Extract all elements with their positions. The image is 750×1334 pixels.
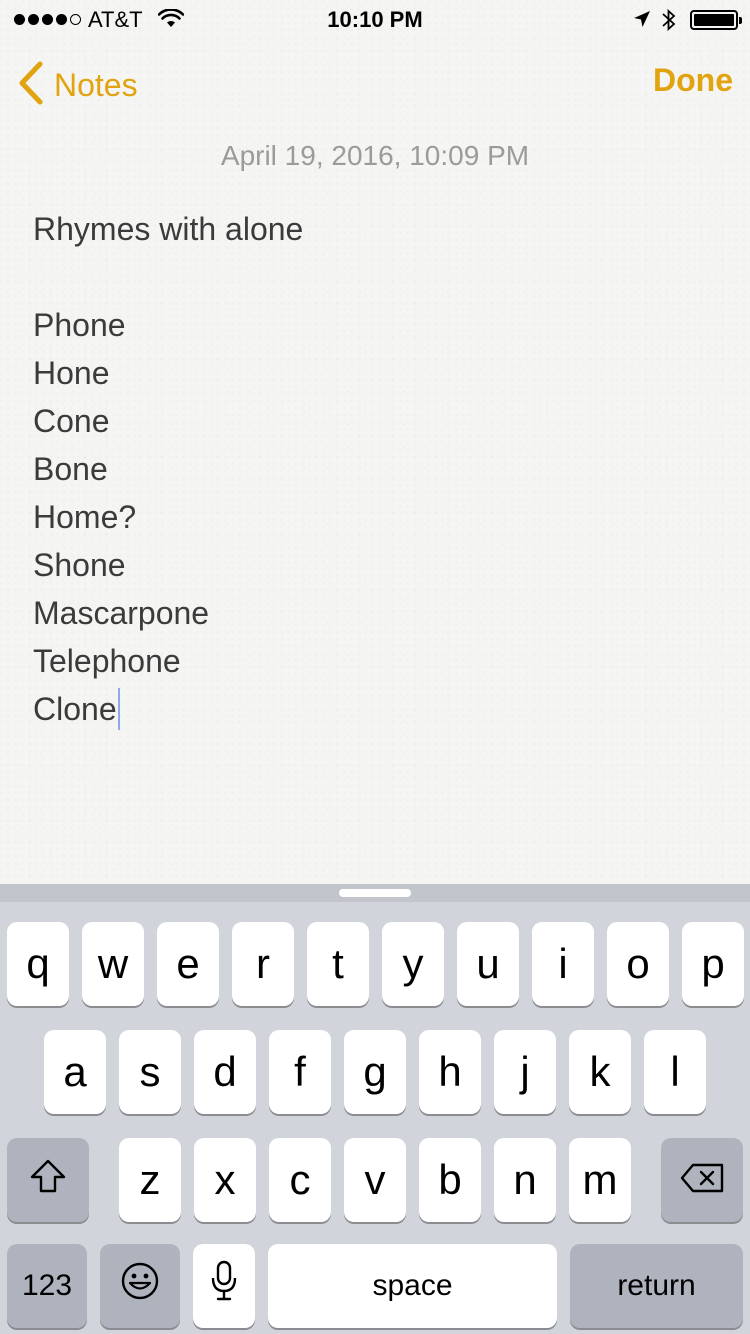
key-f[interactable]: f (269, 1030, 331, 1114)
note-date: April 19, 2016, 10:09 PM (220, 140, 530, 171)
note-line: Shone (33, 547, 126, 583)
location-arrow-icon (632, 9, 652, 34)
note-line: Cone (33, 403, 110, 439)
chevron-left-icon (18, 61, 44, 110)
key-b[interactable]: b (419, 1138, 481, 1222)
note-body[interactable]: Rhymes with alone Phone Hone Cone Bone H… (33, 208, 723, 736)
key-q[interactable]: q (7, 922, 69, 1006)
delete-icon (679, 1156, 725, 1204)
done-button[interactable]: Done (653, 62, 733, 99)
key-c[interactable]: c (269, 1138, 331, 1222)
key-e[interactable]: e (157, 922, 219, 1006)
dictation-key[interactable] (193, 1244, 255, 1328)
key-y[interactable]: y (382, 922, 444, 1006)
status-bar: AT&T 10:10 PM (0, 0, 750, 40)
key-k[interactable]: k (569, 1030, 631, 1114)
back-to-notes-button[interactable]: Notes (18, 60, 138, 110)
key-a[interactable]: a (44, 1030, 106, 1114)
bluetooth-icon (660, 7, 678, 38)
key-r[interactable]: r (232, 922, 294, 1006)
note-line: Home? (33, 499, 137, 535)
text-cursor (117, 688, 120, 730)
key-p[interactable]: p (682, 922, 744, 1006)
note-line: Telephone (33, 643, 181, 679)
note-line: Bone (33, 451, 108, 487)
emoji-key[interactable] (100, 1244, 180, 1328)
shift-icon (28, 1156, 68, 1204)
note-title: Rhymes with alone (33, 211, 304, 247)
space-key[interactable]: space (268, 1244, 557, 1328)
note-line-with-cursor: Clone (33, 688, 723, 736)
battery-icon (690, 10, 742, 30)
return-key[interactable]: return (570, 1244, 743, 1328)
key-m[interactable]: m (569, 1138, 631, 1222)
note-line (33, 256, 723, 304)
note-line: Mascarpone (33, 595, 210, 631)
key-i[interactable]: i (532, 922, 594, 1006)
back-label: Notes (54, 66, 138, 103)
note-line-text: Clone (33, 691, 117, 727)
keyboard: q w e r t y u i o p a s d f g h j k l z … (0, 884, 750, 1334)
key-s[interactable]: s (119, 1030, 181, 1114)
microphone-icon (210, 1260, 238, 1312)
numbers-key[interactable]: 123 (7, 1244, 87, 1328)
key-o[interactable]: o (607, 922, 669, 1006)
note-line: Hone (33, 355, 110, 391)
keyboard-handle[interactable] (339, 889, 411, 897)
shift-key[interactable] (7, 1138, 89, 1222)
key-d[interactable]: d (194, 1030, 256, 1114)
key-v[interactable]: v (344, 1138, 406, 1222)
key-l[interactable]: l (644, 1030, 706, 1114)
note-line: Phone (33, 307, 126, 343)
key-t[interactable]: t (307, 922, 369, 1006)
key-w[interactable]: w (82, 922, 144, 1006)
key-j[interactable]: j (494, 1030, 556, 1114)
key-h[interactable]: h (419, 1030, 481, 1114)
key-z[interactable]: z (119, 1138, 181, 1222)
key-x[interactable]: x (194, 1138, 256, 1222)
key-u[interactable]: u (457, 922, 519, 1006)
key-g[interactable]: g (344, 1030, 406, 1114)
keyboard-top-bar (0, 884, 750, 902)
delete-key[interactable] (661, 1138, 743, 1222)
emoji-icon (120, 1261, 160, 1311)
key-n[interactable]: n (494, 1138, 556, 1222)
